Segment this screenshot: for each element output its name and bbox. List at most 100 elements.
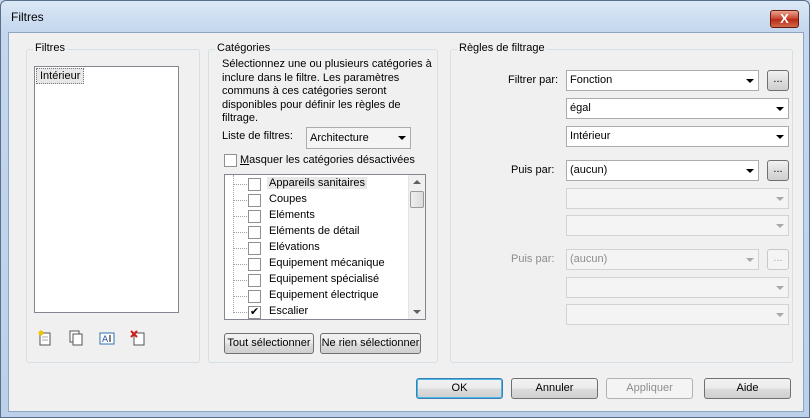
- chevron-down-icon: [776, 197, 784, 201]
- filter-item-interieur[interactable]: Intérieur: [36, 68, 85, 84]
- scroll-down-icon[interactable]: [413, 310, 421, 314]
- apply-label: Appliquer: [626, 382, 673, 394]
- filter-list-dropdown[interactable]: Architecture: [306, 127, 411, 149]
- chevron-down-icon: [398, 136, 406, 140]
- filters-group: Filtres Intérieur A: [26, 42, 200, 363]
- then-by-operator-dropdown[interactable]: [566, 188, 789, 209]
- value-dropdown[interactable]: Intérieur: [566, 126, 789, 147]
- category-checkbox[interactable]: [248, 290, 261, 303]
- chevron-down-icon: [746, 79, 754, 83]
- filters-dialog: Filtres X Filtres Intérieur A Catégories…: [0, 0, 810, 418]
- category-checkbox[interactable]: [248, 226, 261, 239]
- category-label: Elévations: [269, 241, 320, 253]
- categories-scrollbar[interactable]: [408, 175, 425, 319]
- help-button[interactable]: Aide: [704, 378, 791, 399]
- then-by2-operator-dropdown[interactable]: [566, 277, 789, 298]
- value-value: Intérieur: [570, 130, 611, 142]
- category-checkbox[interactable]: [248, 194, 261, 207]
- delete-filter-icon[interactable]: [130, 330, 146, 346]
- new-filter-icon[interactable]: [37, 330, 53, 346]
- select-none-label: Ne rien sélectionner: [321, 337, 420, 349]
- duplicate-filter-icon[interactable]: [68, 330, 84, 346]
- category-label: Eléments: [269, 209, 315, 221]
- chevron-down-icon: [776, 224, 784, 228]
- cancel-label: Annuler: [535, 382, 574, 394]
- then-by2-value-dropdown[interactable]: [566, 304, 789, 325]
- svg-text:A: A: [102, 335, 109, 345]
- hide-disabled-checkbox[interactable]: [224, 154, 237, 167]
- then-by2-value: (aucun): [570, 253, 608, 265]
- dialog-body: Filtres Intérieur A Catégories Sélection…: [8, 32, 804, 412]
- category-label: Eléments de détail: [269, 225, 360, 237]
- filter-by-dropdown[interactable]: Fonction: [566, 70, 759, 91]
- category-row[interactable]: Equipement spécialisé: [225, 272, 415, 288]
- cancel-button[interactable]: Annuler: [511, 378, 598, 399]
- ellipsis-icon: ...: [773, 252, 783, 264]
- category-checkbox[interactable]: [248, 210, 261, 223]
- category-row[interactable]: ✔ Escalier: [225, 304, 415, 319]
- checkmark-icon: ✔: [249, 306, 260, 318]
- operator-dropdown[interactable]: égal: [566, 98, 789, 119]
- chevron-down-icon: [746, 258, 754, 262]
- close-icon: X: [780, 11, 789, 26]
- category-label: Equipement spécialisé: [269, 273, 380, 285]
- category-row[interactable]: Equipement mécanique: [225, 256, 415, 272]
- chevron-down-icon: [746, 169, 754, 173]
- then-by-value: (aucun): [570, 164, 608, 176]
- filter-by-more-button[interactable]: ...: [767, 70, 789, 91]
- category-row[interactable]: Coupes: [225, 192, 415, 208]
- category-label: Coupes: [269, 193, 307, 205]
- categories-group: Catégories Sélectionnez une ou plusieurs…: [208, 42, 438, 363]
- categories-description: Sélectionnez une ou plusieurs catégories…: [222, 58, 432, 124]
- then-by2-label: Puis par:: [511, 253, 555, 265]
- close-button[interactable]: X: [770, 10, 799, 28]
- hide-disabled-label: Masquer les catégories désactivées: [240, 154, 415, 166]
- rules-group: Règles de filtrage Filtrer par: Fonction…: [450, 42, 793, 363]
- then-by2-more-button[interactable]: ...: [767, 249, 789, 270]
- select-all-label: Tout sélectionner: [227, 337, 311, 349]
- category-label: Appareils sanitaires: [267, 177, 367, 189]
- category-row[interactable]: Eléments: [225, 208, 415, 224]
- scroll-thumb[interactable]: [410, 191, 424, 208]
- filter-by-value: Fonction: [570, 74, 613, 86]
- filter-list-value: Architecture: [310, 132, 369, 144]
- apply-button[interactable]: Appliquer: [606, 378, 693, 399]
- category-row[interactable]: Eléments de détail: [225, 224, 415, 240]
- category-row[interactable]: Elévations: [225, 240, 415, 256]
- filter-item-label: Intérieur: [40, 70, 81, 82]
- categories-tree[interactable]: Appareils sanitaires Coupes Eléments Elé…: [224, 174, 426, 320]
- then-by-dropdown[interactable]: (aucun): [566, 160, 759, 181]
- category-checkbox[interactable]: [248, 258, 261, 271]
- chevron-down-icon: [776, 313, 784, 317]
- category-checkbox[interactable]: [248, 274, 261, 287]
- ok-label: OK: [451, 382, 468, 394]
- then-by-value-dropdown[interactable]: [566, 215, 789, 236]
- filters-list[interactable]: Intérieur: [34, 66, 179, 313]
- category-label: Escalier: [269, 305, 309, 317]
- category-label: Equipement électrique: [269, 289, 379, 301]
- then-by-label: Puis par:: [511, 164, 555, 176]
- category-checkbox[interactable]: [248, 178, 261, 191]
- dialog-title: Filtres: [11, 10, 44, 24]
- rename-filter-icon[interactable]: A: [99, 330, 115, 346]
- then-by-more-button[interactable]: ...: [767, 160, 789, 181]
- then-by2-dropdown[interactable]: (aucun): [566, 249, 759, 270]
- select-all-button[interactable]: Tout sélectionner: [224, 333, 314, 354]
- categories-group-label: Catégories: [215, 42, 273, 54]
- operator-value: égal: [570, 102, 591, 114]
- scroll-up-icon[interactable]: [413, 180, 421, 184]
- help-label: Aide: [736, 382, 759, 394]
- rules-group-label: Règles de filtrage: [457, 42, 547, 54]
- category-row[interactable]: Equipement électrique: [225, 288, 415, 304]
- category-row[interactable]: Appareils sanitaires: [225, 176, 415, 192]
- chevron-down-icon: [776, 135, 784, 139]
- ellipsis-icon: ...: [773, 163, 783, 175]
- filters-group-label: Filtres: [33, 42, 67, 54]
- ok-button[interactable]: OK: [416, 378, 503, 399]
- chevron-down-icon: [776, 286, 784, 290]
- ellipsis-icon: ...: [773, 73, 783, 85]
- category-checkbox[interactable]: [248, 242, 261, 255]
- select-none-button[interactable]: Ne rien sélectionner: [320, 333, 421, 354]
- title-bar: Filtres X: [1, 1, 809, 31]
- category-checkbox-checked[interactable]: ✔: [248, 306, 261, 319]
